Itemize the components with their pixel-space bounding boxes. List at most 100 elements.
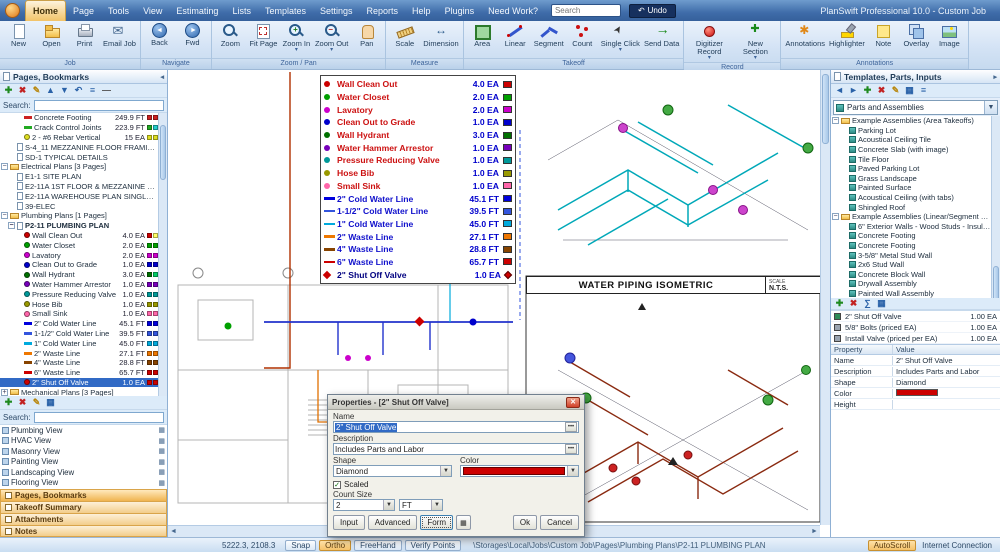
templates-add-icon[interactable]: ✚ [862, 85, 873, 96]
color-dropdown[interactable]: ▼ [460, 465, 579, 477]
ribbon-button-highlighter[interactable]: Highlighter [827, 22, 867, 49]
color-swatch[interactable] [147, 272, 152, 277]
views-delete-icon[interactable]: ✖ [17, 397, 28, 408]
dialog-close-button[interactable]: ✕ [566, 397, 580, 408]
tree-item-1-1-2-cold-water-line[interactable]: 1-1/2" Cold Water Line39.5 FT [0, 329, 158, 339]
menu-tab-settings[interactable]: Settings [313, 0, 360, 21]
property-row-description[interactable]: DescriptionIncludes Parts and Labor [831, 366, 1000, 377]
templates-delete-icon[interactable]: ✖ [876, 85, 887, 96]
color-swatch[interactable] [147, 351, 152, 356]
tree-item-plumbing-plans-1-pages[interactable]: −Plumbing Plans [1 Pages] [0, 211, 158, 221]
menu-tab-lists[interactable]: Lists [225, 0, 258, 21]
pages-expand-all-icon[interactable]: ≡ [87, 85, 98, 96]
property-row-height[interactable]: Height [831, 399, 1000, 410]
menu-tab-templates[interactable]: Templates [258, 0, 313, 21]
scrollbar-thumb[interactable] [993, 266, 999, 298]
ribbon-button-count[interactable]: Count [566, 22, 599, 49]
tree-item-mechanical-plans-3-pages[interactable]: +Mechanical Plans [3 Pages] [0, 387, 158, 396]
ok-button[interactable]: Ok [513, 515, 537, 530]
menu-tab-view[interactable]: View [136, 0, 169, 21]
tree-item-e2-11a-1st-floor-mezzanine-level-offi[interactable]: E2-11A 1ST FLOOR & MEZZANINE LEVEL OFFI.… [0, 182, 158, 192]
pages-delete-icon[interactable]: ✖ [17, 85, 28, 96]
shape-dropdown[interactable]: Diamond ▼ [333, 465, 452, 477]
tree-item-wall-hydrant[interactable]: Wall Hydrant3.0 EA [0, 270, 158, 280]
part-item-install-valve-priced-per-ea[interactable]: Install Valve (priced per EA)1.00 EA [831, 333, 1000, 344]
name-ellipsis-button[interactable]: ••• [565, 422, 577, 432]
part-item-5-8-bolts-priced-ea[interactable]: 5/8" Bolts (priced EA)1.00 EA [831, 322, 1000, 333]
tree-expander-icon[interactable]: + [1, 389, 8, 396]
color-swatch[interactable] [147, 380, 152, 385]
dialog-titlebar[interactable]: Properties - [2" Shut Off Valve] ✕ [328, 395, 584, 410]
tree-item-e1-1-site-plan[interactable]: E1-1 SITE PLAN [0, 172, 158, 182]
count-size-dropdown[interactable]: 2 ▼ [333, 499, 395, 511]
ribbon-button-overlay[interactable]: Overlay [900, 22, 933, 49]
tree-item-4-waste-line[interactable]: 4" Waste Line28.8 FT [0, 358, 158, 368]
form-button[interactable]: Form [420, 515, 453, 530]
search-input[interactable] [551, 4, 621, 17]
tree-item-pressure-reducing-valve[interactable]: Pressure Reducing Valve1.0 EA [0, 289, 158, 299]
panel-tab-notes[interactable]: Notes [0, 525, 167, 537]
tree-item-concrete-footing[interactable]: Concrete Footing249.9 FT [0, 113, 158, 123]
tree-item-2-waste-line[interactable]: 2" Waste Line27.1 FT [0, 348, 158, 358]
color-swatch[interactable] [147, 282, 152, 287]
pages-rename-icon[interactable]: ✎ [31, 85, 42, 96]
pages-tree-scrollbar[interactable] [158, 113, 167, 396]
pages-add-icon[interactable]: ✚ [3, 85, 14, 96]
tree-item-wall-clean-out[interactable]: Wall Clean Out4.0 EA [0, 231, 158, 241]
pages-collapse-panel-icon[interactable]: — [101, 85, 112, 96]
tree-item-6-waste-line[interactable]: 6" Waste Line65.7 FT [0, 368, 158, 378]
tree-item-2-shut-off-valve[interactable]: 2" Shut Off Valve1.0 EA [0, 378, 158, 388]
ribbon-button-email-job[interactable]: Email Job [101, 22, 138, 49]
color-swatch[interactable] [147, 233, 152, 238]
undo-button[interactable]: ↶ Undo [629, 4, 676, 18]
color-swatch[interactable] [147, 370, 152, 375]
templates-grid-icon[interactable]: ▦ [904, 85, 915, 96]
template-item-concrete-block-wall[interactable]: Concrete Block Wall [831, 270, 991, 280]
advanced-button[interactable]: Advanced [368, 515, 418, 530]
templates-forward-icon[interactable]: ► [848, 85, 859, 96]
scaled-checkbox[interactable]: ✓ Scaled [333, 480, 579, 489]
view-item-landscaping-view[interactable]: Landscaping View▦ [0, 467, 167, 478]
pages-undo-icon[interactable]: ↶ [73, 85, 84, 96]
count-size-unit-dropdown[interactable]: FT ▼ [399, 499, 443, 511]
color-swatch[interactable] [147, 292, 152, 297]
ribbon-button-zoom-in[interactable]: Zoom In▾ [280, 22, 313, 54]
ribbon-button-scale[interactable]: Scale [388, 22, 421, 49]
panel-tab-takeoff-summary[interactable]: Takeoff Summary [0, 501, 167, 513]
color-swatch[interactable] [147, 341, 152, 346]
grid-view-button[interactable]: ▦ [456, 515, 471, 530]
tree-item-1-cold-water-line[interactable]: 1" Cold Water Line45.0 FT [0, 338, 158, 348]
color-swatch[interactable] [147, 262, 152, 267]
parts-assemblies-dropdown[interactable]: Parts and Assemblies ▼ [833, 100, 998, 115]
template-item-drywall-assembly[interactable]: Drywall Assembly [831, 279, 991, 289]
template-item-concrete-slab-with-image[interactable]: Concrete Slab (with image) [831, 145, 991, 155]
template-item-shingled-roof[interactable]: Shingled Roof [831, 202, 991, 212]
menu-tab-plugins[interactable]: Plugins [438, 0, 482, 21]
color-swatch[interactable] [147, 243, 152, 248]
views-grid-icon[interactable]: ▦ [45, 397, 56, 408]
ribbon-button-digitizer-record[interactable]: Digitizer Record▾ [686, 22, 732, 62]
tree-item-lavatory[interactable]: Lavatory2.0 EA [0, 250, 158, 260]
views-search-input[interactable] [34, 412, 164, 423]
menu-tab-need-work[interactable]: Need Work? [481, 0, 545, 21]
tree-item-crack-control-joints[interactable]: Crack Control Joints223.9 FT [0, 123, 158, 133]
template-item-grass-landscape[interactable]: Grass Landscape [831, 174, 991, 184]
views-rename-icon[interactable]: ✎ [31, 397, 42, 408]
template-item-acoustical-ceiling-with-tabs[interactable]: Acoustical Ceiling (with tabs) [831, 193, 991, 203]
pages-search-input[interactable] [34, 100, 164, 111]
templates-menu-icon[interactable]: ≡ [918, 85, 929, 96]
templates-tree-scrollbar[interactable] [991, 116, 1000, 298]
color-swatch[interactable] [147, 115, 152, 120]
ribbon-button-annotations[interactable]: Annotations [783, 22, 827, 49]
panel-tab-attachments[interactable]: Attachments [0, 513, 167, 525]
color-swatch[interactable] [147, 321, 152, 326]
status-toggle-freehand[interactable]: FreeHand [354, 540, 402, 551]
tree-expander-icon[interactable]: − [1, 163, 8, 170]
tree-item-water-closet[interactable]: Water Closet2.0 EA [0, 240, 158, 250]
template-item-acoustical-ceiling-tile[interactable]: Acoustical Ceiling Tile [831, 135, 991, 145]
property-row-name[interactable]: Name2" Shut Off Valve [831, 355, 1000, 366]
template-item-painted-surface[interactable]: Painted Surface [831, 183, 991, 193]
view-item-masonry-view[interactable]: Masonry View▦ [0, 446, 167, 457]
panel-tab-pages-bookmarks[interactable]: Pages, Bookmarks [0, 489, 167, 501]
ribbon-button-pan[interactable]: Pan [350, 22, 383, 49]
